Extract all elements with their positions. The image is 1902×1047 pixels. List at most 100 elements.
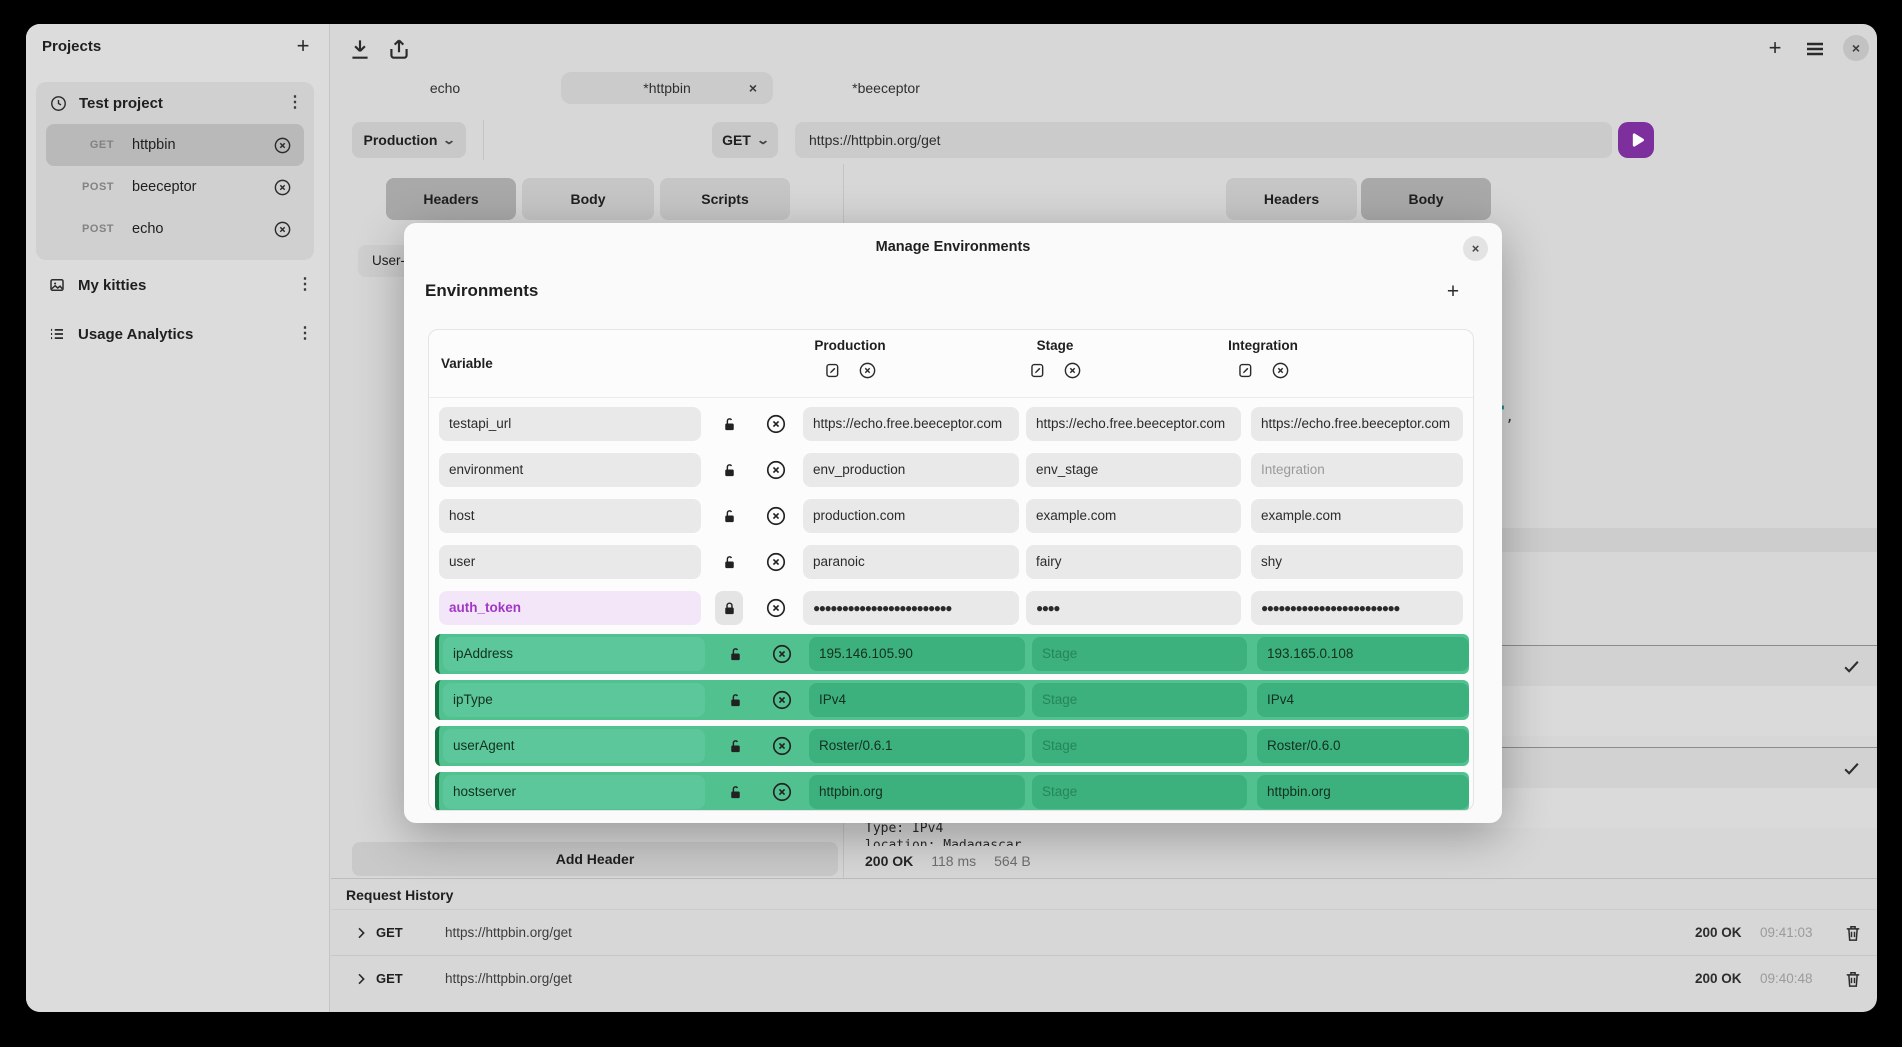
value-input-stage[interactable]: fairy — [1026, 545, 1241, 579]
send-request-button[interactable] — [1618, 122, 1654, 158]
response-tab-body[interactable]: Body — [1361, 178, 1491, 220]
delete-variable-icon[interactable] — [765, 459, 787, 481]
lock-closed-icon[interactable] — [715, 591, 743, 625]
method-selector[interactable]: GET ⌄ — [712, 122, 778, 158]
tab-echo[interactable]: echo — [365, 72, 525, 104]
environment-selector[interactable]: Production ⌄ — [352, 122, 466, 158]
project-group-header[interactable]: Test project ⋮ — [36, 82, 314, 124]
delete-environment-icon[interactable] — [1063, 361, 1082, 380]
window-close-button[interactable]: × — [1843, 35, 1869, 61]
hamburger-menu-icon[interactable] — [1803, 37, 1827, 61]
lock-open-icon[interactable] — [717, 409, 741, 439]
delete-variable-icon[interactable] — [765, 551, 787, 573]
delete-variable-icon[interactable] — [771, 643, 793, 665]
variable-name-input[interactable]: auth_token — [439, 591, 701, 625]
variable-name-input[interactable]: ipType — [443, 683, 705, 717]
value-input-integration[interactable]: example.com — [1251, 499, 1463, 533]
trash-icon[interactable] — [1843, 969, 1863, 989]
lock-open-icon[interactable] — [717, 455, 741, 485]
lock-open-icon[interactable] — [717, 547, 741, 577]
chevron-right-icon[interactable] — [353, 925, 369, 941]
variable-name-input[interactable]: user — [439, 545, 701, 579]
lock-open-icon[interactable] — [723, 639, 747, 669]
value-input-integration[interactable]: 193.165.0.108 — [1257, 637, 1469, 671]
value-input-production[interactable]: ●●●●●●●●●●●●●●●●●●●●●●●● — [803, 591, 1019, 625]
request-tab-headers[interactable]: Headers — [386, 178, 516, 220]
sidebar-item-usage-analytics[interactable]: Usage Analytics⋮ — [26, 319, 330, 349]
rename-environment-icon[interactable] — [823, 361, 842, 380]
add-environment-button[interactable]: + — [1442, 281, 1464, 303]
value-input-integration[interactable]: Integration — [1251, 453, 1463, 487]
export-upload-icon[interactable] — [386, 36, 412, 62]
rename-environment-icon[interactable] — [1236, 361, 1255, 380]
history-row[interactable]: GEThttps://httpbin.org/get200 OK09:40:48 — [331, 956, 1877, 1003]
value-input-production[interactable]: paranoic — [803, 545, 1019, 579]
close-request-icon[interactable] — [273, 136, 292, 155]
variable-name-input[interactable]: userAgent — [443, 729, 705, 763]
value-input-production[interactable]: Roster/0.6.1 — [809, 729, 1025, 763]
modal-close-button[interactable]: × — [1463, 236, 1488, 261]
value-input-integration[interactable]: IPv4 — [1257, 683, 1469, 717]
value-input-production[interactable]: production.com — [803, 499, 1019, 533]
delete-environment-icon[interactable] — [1271, 361, 1290, 380]
variable-name-input[interactable]: ipAddress — [443, 637, 705, 671]
lock-open-icon[interactable] — [723, 777, 747, 807]
value-input-integration[interactable]: httpbin.org — [1257, 775, 1469, 809]
add-project-button[interactable]: + — [291, 34, 315, 58]
value-input-production[interactable]: env_production — [803, 453, 1019, 487]
value-input-integration[interactable]: ●●●●●●●●●●●●●●●●●●●●●●●● — [1251, 591, 1463, 625]
delete-variable-icon[interactable] — [771, 689, 793, 711]
value-input-stage[interactable]: Stage — [1032, 729, 1247, 763]
variable-name-input[interactable]: environment — [439, 453, 701, 487]
url-input[interactable]: https://httpbin.org/get — [795, 122, 1612, 158]
value-input-stage[interactable]: Stage — [1032, 683, 1247, 717]
delete-variable-icon[interactable] — [771, 735, 793, 757]
value-input-stage[interactable]: ●●●● — [1026, 591, 1241, 625]
delete-variable-icon[interactable] — [765, 413, 787, 435]
request-tab-scripts[interactable]: Scripts — [660, 178, 790, 220]
variable-name-input[interactable]: hostserver — [443, 775, 705, 809]
project-kebab-icon[interactable]: ⋮ — [296, 276, 314, 294]
lock-open-icon[interactable] — [723, 685, 747, 715]
trash-icon[interactable] — [1843, 923, 1863, 943]
add-header-button[interactable]: Add Header — [352, 842, 838, 876]
value-input-integration[interactable]: shy — [1251, 545, 1463, 579]
project-kebab-icon[interactable]: ⋮ — [286, 94, 304, 112]
close-request-icon[interactable] — [273, 178, 292, 197]
lock-open-icon[interactable] — [723, 731, 747, 761]
response-tab-headers[interactable]: Headers — [1226, 178, 1357, 220]
value-input-stage[interactable]: env_stage — [1026, 453, 1241, 487]
sidebar-item-my-kitties[interactable]: My kitties⋮ — [26, 270, 330, 300]
value-input-integration[interactable]: https://echo.free.beeceptor.com — [1251, 407, 1463, 441]
tab-close-icon[interactable]: × — [745, 72, 761, 104]
value-input-production[interactable]: https://echo.free.beeceptor.com — [803, 407, 1019, 441]
value-input-production[interactable]: 195.146.105.90 — [809, 637, 1025, 671]
delete-variable-icon[interactable] — [765, 505, 787, 527]
rename-environment-icon[interactable] — [1028, 361, 1047, 380]
chevron-right-icon[interactable] — [353, 971, 369, 987]
delete-variable-icon[interactable] — [765, 597, 787, 619]
value-input-production[interactable]: IPv4 — [809, 683, 1025, 717]
import-download-icon[interactable] — [347, 36, 373, 62]
variable-name-input[interactable]: testapi_url — [439, 407, 701, 441]
delete-variable-icon[interactable] — [771, 781, 793, 803]
delete-environment-icon[interactable] — [858, 361, 877, 380]
value-input-stage[interactable]: example.com — [1026, 499, 1241, 533]
history-row[interactable]: GEThttps://httpbin.org/get200 OK09:41:03 — [331, 909, 1877, 956]
new-tab-button[interactable]: + — [1763, 36, 1787, 60]
close-request-icon[interactable] — [273, 220, 292, 239]
sidebar-request-echo[interactable]: POSTecho — [46, 208, 304, 250]
variable-name-input[interactable]: host — [439, 499, 701, 533]
sidebar-request-httpbin[interactable]: GEThttpbin — [46, 124, 304, 166]
tab-httpbin[interactable]: *httpbin× — [561, 72, 773, 104]
sidebar-request-beeceptor[interactable]: POSTbeeceptor — [46, 166, 304, 208]
tab-beeceptor[interactable]: *beeceptor — [795, 72, 977, 104]
value-input-stage[interactable]: https://echo.free.beeceptor.com — [1026, 407, 1241, 441]
value-input-stage[interactable]: Stage — [1032, 775, 1247, 809]
lock-open-icon[interactable] — [717, 501, 741, 531]
value-input-integration[interactable]: Roster/0.6.0 — [1257, 729, 1469, 763]
request-tab-body[interactable]: Body — [522, 178, 654, 220]
value-input-production[interactable]: httpbin.org — [809, 775, 1025, 809]
project-kebab-icon[interactable]: ⋮ — [296, 325, 314, 343]
value-input-stage[interactable]: Stage — [1032, 637, 1247, 671]
